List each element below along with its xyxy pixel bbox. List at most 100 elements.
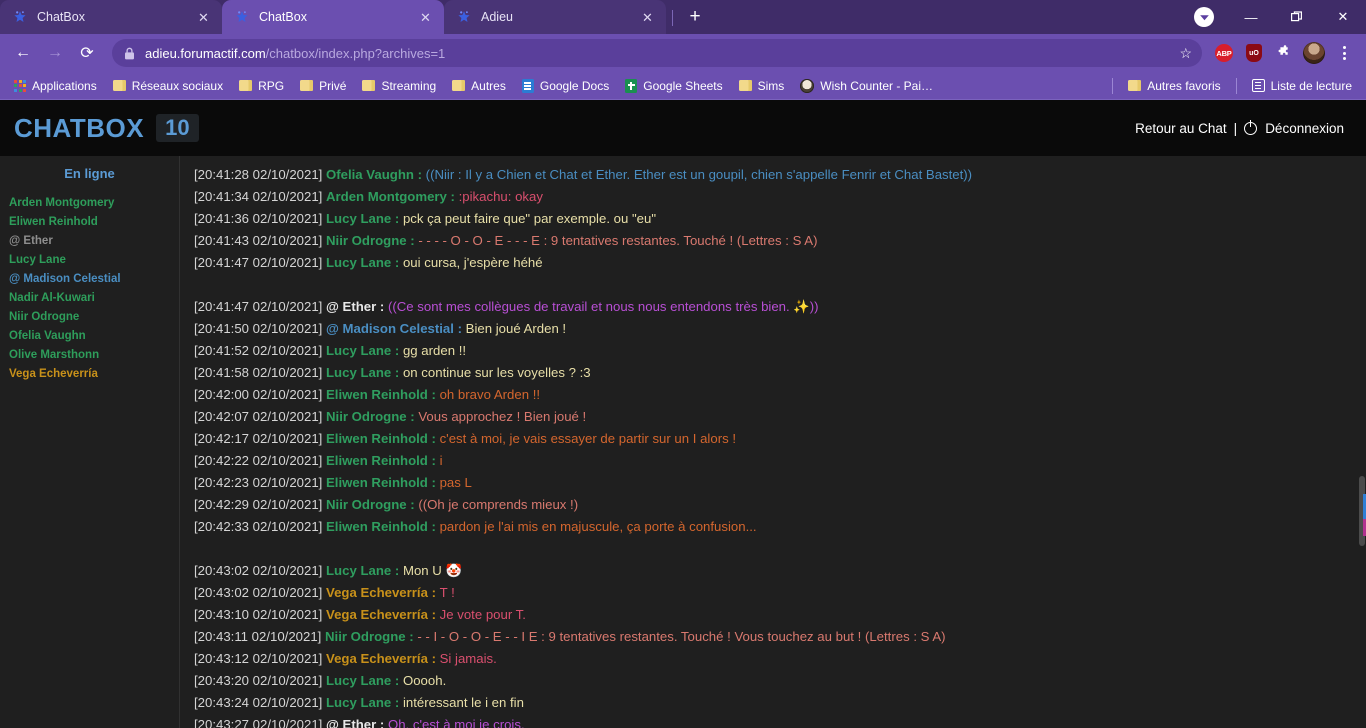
message-author[interactable]: Lucy Lane (326, 695, 391, 710)
tab-close-button[interactable]: ✕ (417, 9, 434, 26)
bookmark-label: Réseaux sociaux (131, 78, 224, 93)
message-separator: : (413, 167, 426, 182)
bookmark-label: Autres (471, 78, 506, 93)
message-author[interactable]: Niir Odrogne (326, 497, 407, 512)
chat-message: [20:41:58 02/10/2021] Lucy Lane : on con… (194, 362, 1352, 384)
bookmark-item[interactable]: Wish Counter - Pai… (792, 76, 941, 96)
online-user-item[interactable]: Vega Echeverría (0, 364, 179, 383)
tab-divider (672, 10, 673, 26)
message-author[interactable]: Lucy Lane (326, 673, 391, 688)
online-user-item[interactable]: Lucy Lane (0, 250, 179, 269)
bookmark-item[interactable]: Google Sheets (617, 76, 730, 96)
new-tab-button[interactable]: + (681, 3, 709, 31)
message-separator: : (391, 255, 403, 270)
message-author[interactable]: Vega Echeverría (326, 607, 428, 622)
message-author[interactable]: Eliwen Reinhold (326, 431, 428, 446)
browser-tab-3[interactable]: Adieu ✕ (444, 0, 666, 34)
online-user-item[interactable]: Eliwen Reinhold (0, 212, 179, 231)
message-separator: : (406, 409, 419, 424)
logout-link[interactable]: Déconnexion (1265, 121, 1344, 136)
message-author[interactable]: Eliwen Reinhold (326, 475, 428, 490)
bookmark-item[interactable]: Réseaux sociaux (105, 76, 231, 96)
page-viewport: CHATBOX 10 Retour au Chat | Déconnexion … (0, 100, 1366, 728)
message-author[interactable]: Vega Echeverría (326, 651, 428, 666)
message-author[interactable]: Eliwen Reinhold (326, 453, 428, 468)
ublock-origin-label: uO (1246, 44, 1262, 62)
back-button[interactable]: ← (8, 38, 38, 68)
window-controls: — ✕ (1190, 0, 1366, 34)
chat-message: [20:42:23 02/10/2021] Eliwen Reinhold : … (194, 472, 1352, 494)
browser-tab-2[interactable]: ChatBox ✕ (222, 0, 444, 34)
bookmark-item[interactable]: Streaming (354, 76, 444, 96)
profile-chip-icon[interactable] (1194, 7, 1214, 27)
message-author[interactable]: Eliwen Reinhold (326, 519, 428, 534)
message-author[interactable]: Lucy Lane (326, 563, 391, 578)
message-author[interactable]: Niir Odrogne (325, 629, 406, 644)
bookmark-other-favorites[interactable]: Autres favoris (1120, 76, 1228, 96)
bookmark-star-icon[interactable]: ☆ (1179, 45, 1196, 62)
address-bar[interactable]: adieu.forumactif.com/chatbox/index.php?a… (112, 39, 1202, 67)
message-text: Vous approchez ! Bien joué ! (418, 409, 587, 424)
message-timestamp: [20:41:28 02/10/2021] (194, 167, 323, 182)
message-author[interactable]: Lucy Lane (326, 365, 391, 380)
message-text: Ooooh. (402, 673, 447, 688)
message-author[interactable]: Niir Odrogne (326, 233, 407, 248)
message-timestamp: [20:41:52 02/10/2021] (194, 343, 323, 358)
online-users-panel: En ligne Arden Montgomery Eliwen Reinhold… (0, 156, 180, 728)
bookmark-item[interactable]: Privé (292, 76, 354, 96)
bookmark-item[interactable]: Google Docs (514, 76, 617, 96)
online-user-item[interactable]: Niir Odrogne (0, 307, 179, 326)
bookmark-item[interactable]: RPG (231, 76, 292, 96)
message-text: c'est à moi, je vais essayer de partir s… (439, 431, 737, 446)
reload-button[interactable]: ⟳ (72, 38, 102, 68)
ublock-origin-extension-icon[interactable]: uO (1241, 40, 1267, 66)
chat-log-scroll-area[interactable]: [20:41:28 02/10/2021] Ofelia Vaughn : ((… (180, 156, 1366, 728)
message-separator: : (376, 299, 388, 314)
online-user-item[interactable]: Arden Montgomery (0, 193, 179, 212)
message-author[interactable]: Ofelia Vaughn (326, 167, 414, 182)
maximize-button[interactable] (1274, 0, 1320, 34)
forward-button: → (47, 44, 63, 61)
message-timestamp: [20:43:27 02/10/2021] (194, 717, 323, 728)
message-author[interactable]: Vega Echeverría (326, 585, 428, 600)
logout-icon (1244, 119, 1258, 135)
online-user-item[interactable]: @ Ether (0, 231, 179, 250)
message-separator: : (427, 651, 440, 666)
bookmark-reading-list[interactable]: Liste de lecture (1244, 76, 1360, 96)
message-separator: : (427, 453, 440, 468)
browser-tab-1[interactable]: ChatBox ✕ (0, 0, 222, 34)
message-author[interactable]: Arden Montgomery (326, 189, 447, 204)
message-author[interactable]: @ Ether (326, 717, 376, 728)
extensions-puzzle-icon[interactable] (1271, 40, 1297, 66)
message-author[interactable]: Eliwen Reinhold (326, 387, 428, 402)
tab-strip: ChatBox ✕ ChatBox ✕ Adieu ✕ + — ✕ (0, 0, 1366, 34)
close-window-button[interactable]: ✕ (1320, 0, 1366, 34)
browser-menu-icon[interactable] (1331, 40, 1357, 66)
message-author[interactable]: @ Ether (326, 299, 376, 314)
online-user-item[interactable]: @ Madison Celestial (0, 269, 179, 288)
tab-close-button[interactable]: ✕ (639, 9, 656, 26)
user-avatar[interactable] (1303, 42, 1325, 64)
message-author[interactable]: Niir Odrogne (326, 409, 407, 424)
bookmark-item[interactable]: Sims (731, 76, 793, 96)
online-user-item[interactable]: Ofelia Vaughn (0, 326, 179, 345)
message-separator: : (427, 387, 440, 402)
adblock-plus-extension-icon[interactable]: ABP (1211, 40, 1237, 66)
online-user-item[interactable]: Nadir Al-Kuwari (0, 288, 179, 307)
message-author[interactable]: Lucy Lane (326, 255, 391, 270)
bookmark-item[interactable]: Applications (6, 76, 105, 96)
minimize-button[interactable]: — (1228, 0, 1274, 34)
chat-message: [20:42:33 02/10/2021] Eliwen Reinhold : … (194, 516, 1352, 538)
chat-scrollbar-track[interactable] (1356, 156, 1366, 728)
bookmark-item[interactable]: Autres (444, 76, 514, 96)
online-user-item[interactable]: Olive Marsthonn (0, 345, 179, 364)
bookmarks-list: Applications Réseaux sociaux RPG Privé Strea… (6, 76, 941, 96)
bookmark-label: Liste de lecture (1270, 78, 1352, 93)
message-author[interactable]: @ Madison Celestial (326, 321, 454, 336)
back-to-chat-link[interactable]: Retour au Chat (1135, 121, 1227, 136)
message-author[interactable]: Lucy Lane (326, 211, 391, 226)
message-author[interactable]: Lucy Lane (326, 343, 391, 358)
tab-close-button[interactable]: ✕ (195, 9, 212, 26)
message-timestamp: [20:41:43 02/10/2021] (194, 233, 323, 248)
